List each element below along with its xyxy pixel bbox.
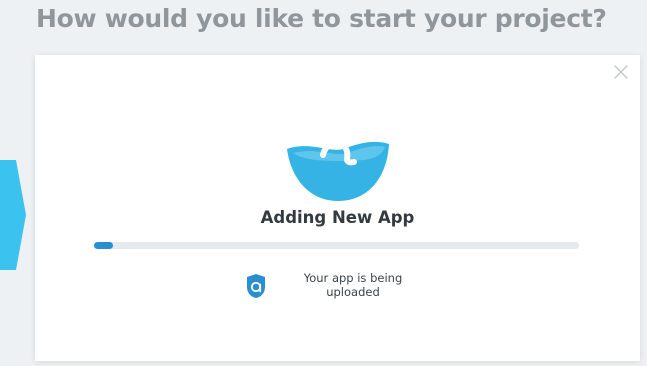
- app-logo-icon: [287, 140, 389, 201]
- upload-progress-fill: [94, 242, 114, 249]
- close-icon[interactable]: [610, 61, 632, 83]
- status-line-1: Your app is being: [303, 271, 403, 285]
- app-shield-icon: [247, 274, 265, 298]
- status-line-2: uploaded: [326, 285, 380, 299]
- upload-status-text: Your app is being uploaded: [293, 271, 413, 299]
- page-title: How would you like to start your project…: [36, 4, 607, 33]
- add-app-modal: Adding New App Your app is being uploade…: [35, 55, 640, 361]
- modal-title: Adding New App: [260, 208, 415, 227]
- upload-progress-bar: [94, 242, 579, 249]
- side-arrow-icon[interactable]: [0, 160, 26, 270]
- upload-status: Your app is being uploaded: [245, 271, 445, 311]
